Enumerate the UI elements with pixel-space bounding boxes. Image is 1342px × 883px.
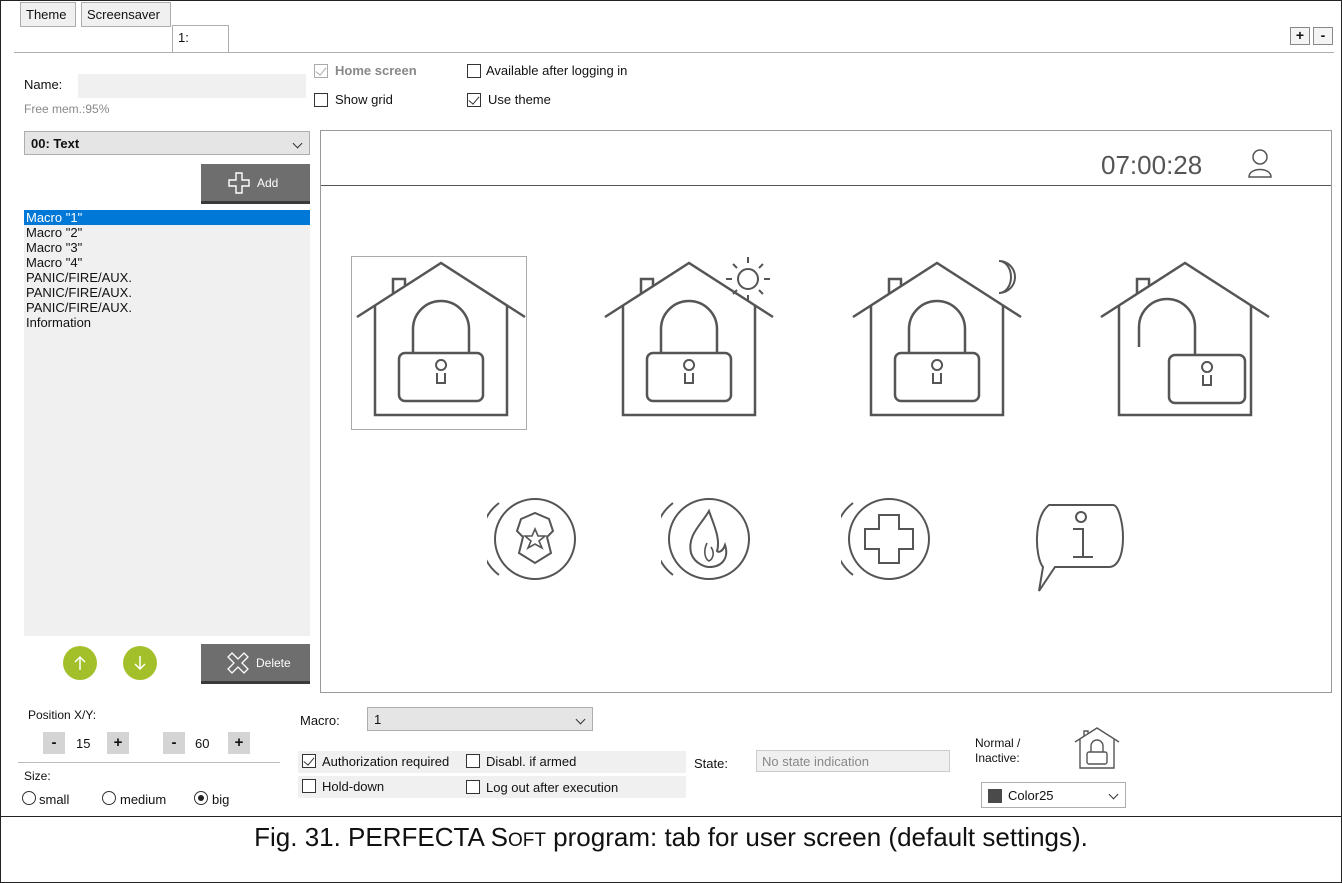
x-increment-button[interactable]: + bbox=[107, 732, 129, 754]
log-out-after-execution-checkbox[interactable] bbox=[466, 780, 480, 794]
size-medium-radio[interactable] bbox=[102, 791, 116, 805]
delete-button-label: Delete bbox=[256, 656, 291, 670]
normal-inactive-label-1: Normal / bbox=[975, 736, 1021, 750]
figure-caption: Fig. 31. PERFECTA SOFT program: tab for … bbox=[0, 822, 1342, 853]
fire-alarm-icon[interactable] bbox=[661, 491, 751, 587]
home-screen-label: Home screen bbox=[335, 63, 417, 78]
y-value[interactable]: 60 bbox=[195, 736, 209, 751]
color-value: Color25 bbox=[1008, 788, 1054, 803]
chevron-down-icon bbox=[292, 138, 303, 149]
tab-theme[interactable]: Theme bbox=[20, 2, 76, 27]
normal-inactive-label-2: Inactive: bbox=[975, 751, 1020, 765]
chevron-down-icon bbox=[1108, 789, 1119, 800]
house-night-armed-icon[interactable] bbox=[851, 249, 1023, 423]
name-input[interactable] bbox=[78, 74, 306, 98]
move-down-button[interactable] bbox=[123, 646, 157, 680]
medical-aux-icon[interactable] bbox=[841, 491, 931, 587]
x-decrement-button[interactable]: - bbox=[43, 732, 65, 754]
tab-screensaver[interactable]: Screensaver bbox=[81, 2, 171, 27]
remove-tab-button[interactable]: - bbox=[1313, 27, 1333, 45]
position-label: Position X/Y: bbox=[28, 708, 97, 722]
list-item[interactable]: PANIC/FIRE/AUX. bbox=[24, 285, 310, 300]
element-list[interactable]: Macro "1" Macro "2" Macro "3" Macro "4" … bbox=[24, 210, 310, 636]
house-lock-icon[interactable] bbox=[1073, 726, 1121, 770]
macro-select[interactable]: 1 bbox=[367, 707, 593, 731]
add-button[interactable]: Add bbox=[201, 164, 310, 204]
size-label: Size: bbox=[24, 769, 51, 783]
color-select[interactable]: Color25 bbox=[981, 782, 1126, 808]
list-item[interactable]: PANIC/FIRE/AUX. bbox=[24, 270, 310, 285]
object-type-value: 00: Text bbox=[31, 136, 80, 151]
available-after-login-checkbox[interactable] bbox=[467, 64, 481, 78]
disabl-if-armed-label: Disabl. if armed bbox=[486, 754, 577, 769]
caption-suffix: program: tab for user screen (default se… bbox=[545, 822, 1088, 852]
list-item[interactable]: Macro "3" bbox=[24, 240, 310, 255]
log-out-after-execution-label: Log out after execution bbox=[486, 780, 619, 795]
list-item[interactable]: PANIC/FIRE/AUX. bbox=[24, 300, 310, 315]
list-item[interactable]: Macro "2" bbox=[24, 225, 310, 240]
house-armed-icon[interactable] bbox=[355, 261, 527, 423]
caption-divider bbox=[0, 816, 1342, 817]
arrow-down-icon bbox=[134, 656, 146, 671]
user-icon[interactable] bbox=[1246, 147, 1274, 179]
caption-prefix: Fig. 31. PERFECTA bbox=[254, 822, 491, 852]
size-big-radio[interactable] bbox=[194, 791, 208, 805]
authorization-required-checkbox[interactable] bbox=[302, 754, 316, 768]
show-grid-label: Show grid bbox=[335, 92, 393, 107]
name-label: Name: bbox=[24, 77, 63, 92]
house-day-armed-icon[interactable] bbox=[603, 249, 775, 423]
free-memory-text: Free mem.:95% bbox=[24, 102, 110, 116]
add-tab-button[interactable]: + bbox=[1290, 27, 1310, 45]
home-screen-checkbox[interactable] bbox=[314, 64, 328, 78]
tab-screen-1[interactable]: 1: bbox=[172, 25, 229, 53]
object-type-select[interactable]: 00: Text bbox=[24, 131, 310, 155]
chevron-down-icon bbox=[575, 714, 586, 725]
preview-header-divider bbox=[321, 185, 1331, 186]
hold-down-checkbox[interactable] bbox=[302, 779, 316, 793]
color-swatch bbox=[988, 789, 1002, 803]
position-divider bbox=[18, 762, 280, 763]
size-small-label: small bbox=[39, 792, 70, 807]
police-panic-icon[interactable] bbox=[487, 491, 577, 587]
caption-oft: OFT bbox=[507, 830, 546, 851]
state-label: State: bbox=[694, 756, 728, 771]
y-increment-button[interactable]: + bbox=[228, 732, 250, 754]
screen-preview[interactable]: 07:00:28 bbox=[320, 130, 1332, 693]
list-item[interactable]: Information bbox=[24, 315, 310, 330]
list-item[interactable]: Macro "1" bbox=[24, 210, 310, 225]
clock-text: 07:00:28 bbox=[1101, 150, 1203, 180]
macro-value: 1 bbox=[374, 712, 382, 727]
size-big-label: big bbox=[212, 792, 230, 807]
available-after-login-label: Available after logging in bbox=[486, 63, 628, 78]
size-small-radio[interactable] bbox=[22, 791, 36, 805]
x-value[interactable]: 15 bbox=[76, 736, 90, 751]
show-grid-checkbox[interactable] bbox=[314, 93, 328, 107]
delete-button[interactable]: Delete bbox=[201, 644, 310, 684]
caption-s: S bbox=[490, 822, 508, 852]
use-theme-checkbox[interactable] bbox=[467, 93, 481, 107]
size-medium-label: medium bbox=[120, 792, 167, 807]
hold-down-label: Hold-down bbox=[322, 779, 385, 794]
use-theme-label: Use theme bbox=[488, 92, 551, 107]
arrow-up-icon bbox=[74, 655, 86, 670]
add-button-label: Add bbox=[257, 176, 279, 190]
list-item[interactable]: Macro "4" bbox=[24, 255, 310, 270]
authorization-required-label: Authorization required bbox=[322, 754, 450, 769]
move-up-button[interactable] bbox=[63, 646, 97, 680]
y-decrement-button[interactable]: - bbox=[163, 732, 185, 754]
delete-x-icon bbox=[227, 652, 249, 674]
state-field[interactable]: No state indication bbox=[756, 750, 950, 772]
disabl-if-armed-checkbox[interactable] bbox=[466, 754, 480, 768]
plus-icon bbox=[228, 172, 250, 194]
tab-divider bbox=[14, 52, 1334, 53]
house-disarmed-icon[interactable] bbox=[1099, 261, 1271, 423]
information-icon[interactable] bbox=[1029, 497, 1125, 595]
macro-label: Macro: bbox=[300, 713, 340, 728]
